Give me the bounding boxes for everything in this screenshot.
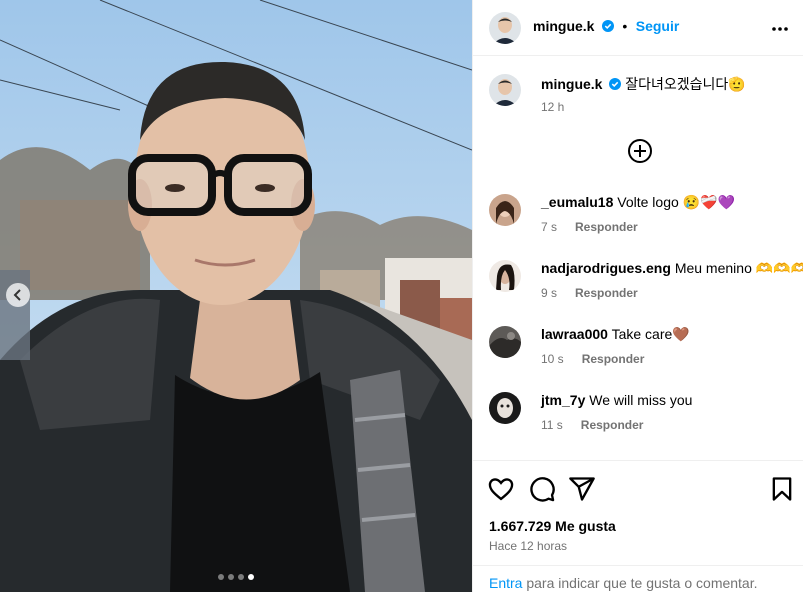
selfie-image [0,0,472,592]
comment-meta: 9 s Responder [541,286,638,300]
avatar-image [489,12,521,44]
comment-time: 11 s [541,418,563,432]
login-link[interactable]: Entra [489,575,522,591]
comment-meta: 10 s Responder [541,352,644,366]
commenter-avatar[interactable] [489,326,521,358]
reply-button[interactable]: Responder [582,352,645,366]
comment-line: nadjarodrigues.eng Meu menino 🫶🫶🫶 [541,260,803,277]
header-separator: • [622,18,628,34]
author-username[interactable]: mingue.k [533,18,594,34]
post-photo[interactable] [0,0,472,592]
comment-time: 7 s [541,220,558,234]
login-prompt: Entra para indicar que te gusta o coment… [473,565,803,600]
verified-badge-icon [601,20,614,32]
comment-line: _eumalu18 Volte logo 😢❤️‍🩹💜 [541,194,735,211]
carousel-dot [218,574,224,580]
bookmark-icon [772,477,792,501]
post-actions: 1.667.729 Me gusta Hace 12 horas Entra p… [473,460,803,591]
post-date: Hace 12 horas [489,539,568,553]
avatar-image [489,260,521,292]
caption-line: mingue.k 잘다녀오겠습니다🫡 [541,74,746,94]
comment-meta: 11 s Responder [541,418,643,432]
caption-username[interactable]: mingue.k [541,76,602,92]
caption-text: 잘다녀오겠습니다🫡 [625,76,746,92]
more-options-button[interactable] [768,17,792,41]
avatar-image [489,194,521,226]
save-button[interactable] [768,475,796,503]
carousel-prev-button[interactable] [6,283,30,307]
comment-username[interactable]: _eumalu18 [541,194,613,210]
comment-text: Volte logo 😢❤️‍🩹💜 [617,194,735,210]
caption-avatar[interactable] [489,74,521,106]
commenter-avatar[interactable] [489,392,521,424]
header-info: mingue.k • Seguir [533,18,679,36]
avatar-image [489,326,521,358]
comment-time: 9 s [541,286,558,300]
avatar-image [489,74,521,106]
comment-item: lawraa000 Take care🤎 10 s Responder [489,326,789,378]
share-icon [569,477,595,501]
add-circle-icon [628,139,652,163]
post-header: mingue.k • Seguir [473,0,803,56]
commenter-avatar[interactable] [489,260,521,292]
avatar-image [489,392,521,424]
comment-item: _eumalu18 Volte logo 😢❤️‍🩹💜 7 s Responder [489,194,789,246]
reply-button[interactable]: Responder [575,286,638,300]
comment-button[interactable] [528,475,556,503]
comment-line: lawraa000 Take care🤎 [541,326,690,343]
comment-text: We will miss you [589,392,693,408]
login-prompt-text: para indicar que te gusta o comentar. [522,575,758,591]
comment-item: jtm_7y We will miss you 11 s Responder [489,392,789,444]
verified-badge-icon [609,78,622,90]
like-button[interactable] [487,475,515,503]
caption-timestamp: 12 h [541,100,565,114]
post-side-panel: mingue.k • Seguir mingue.k 잘다녀오겠습니다🫡 12 … [472,0,803,592]
carousel-dot [238,574,244,580]
heart-icon [488,478,514,501]
follow-button[interactable]: Seguir [636,18,680,34]
comment-line: jtm_7y We will miss you [541,392,692,408]
chevron-left-icon [13,289,21,301]
reply-button[interactable]: Responder [575,220,638,234]
more-icon [772,27,788,31]
carousel-dot [228,574,234,580]
share-button[interactable] [568,475,596,503]
comment-username[interactable]: lawraa000 [541,326,608,342]
commenter-avatar[interactable] [489,194,521,226]
carousel-dot-active [248,574,254,580]
comment-username[interactable]: nadjarodrigues.eng [541,260,671,276]
like-count[interactable]: 1.667.729 Me gusta [489,518,616,534]
comment-text: Meu menino 🫶🫶🫶 [674,260,803,276]
carousel-indicator [0,574,472,580]
author-avatar[interactable] [489,12,521,44]
comment-item: nadjarodrigues.eng Meu menino 🫶🫶🫶 9 s Res… [489,260,803,312]
comment-meta: 7 s Responder [541,220,638,234]
reply-button[interactable]: Responder [581,418,644,432]
comment-time: 10 s [541,352,564,366]
comment-text: Take care🤎 [611,326,690,342]
comment-username[interactable]: jtm_7y [541,392,585,408]
load-more-comments-button[interactable] [627,138,653,164]
comment-icon [530,477,555,502]
